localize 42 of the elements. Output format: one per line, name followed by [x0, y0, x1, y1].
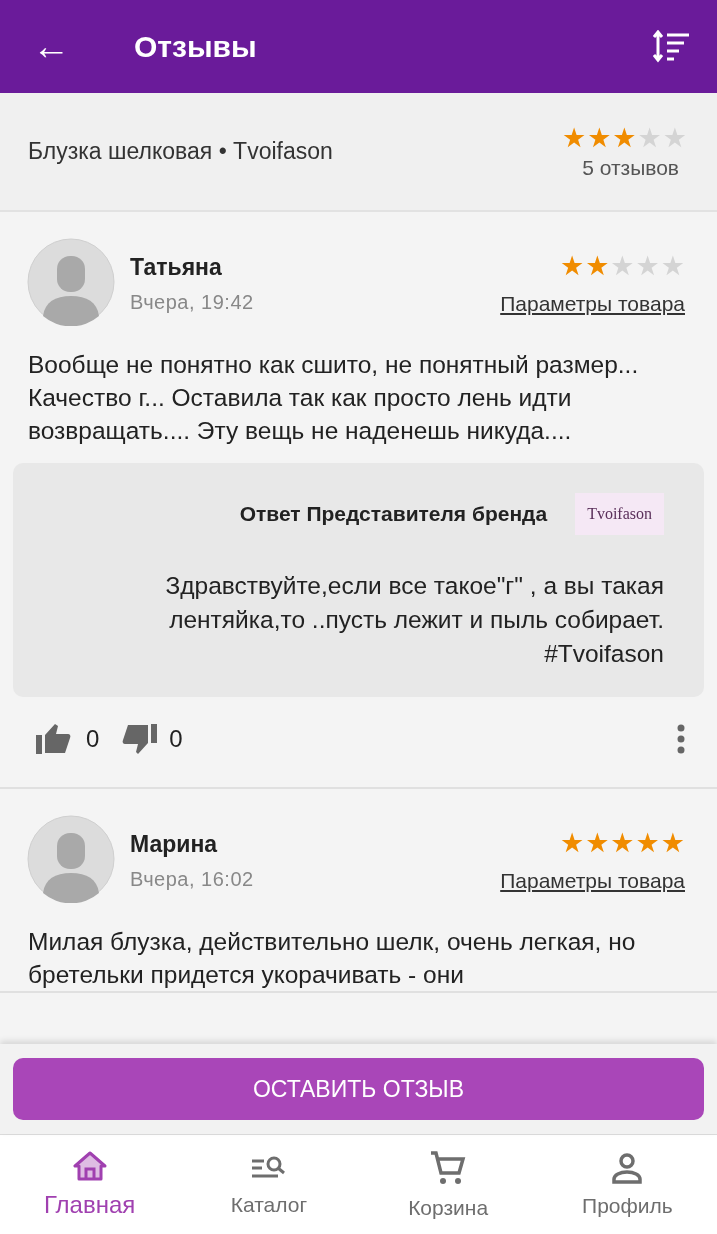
star-icon: ★ — [610, 829, 635, 857]
review-count: 5 отзывов — [582, 155, 679, 180]
reply-text: Здравствуйте,если все такое"г" , а вы такая лентяйка,то ..пусть лежит и пыль собирает. #Tvoifason — [164, 571, 664, 669]
star-icon: ★ — [559, 829, 585, 857]
review-text: Вообще не понятно как сшито, не понятный размер... Качество г... Оставила так как просто лень идти возвращать.... Эту вещь не наденешь никуда.... — [28, 350, 640, 446]
screen-title: Отзывы — [134, 29, 258, 64]
star-icon: ★ — [610, 252, 635, 280]
reply-title: Ответ Представителя бренда — [239, 502, 548, 526]
back-button[interactable]: ← — [24, 25, 78, 68]
review-date: Вчера, 16:02 — [130, 868, 255, 891]
nav-tab[interactable]: Каталог — [179, 1135, 359, 1234]
product-params-link[interactable]: Параметры товара — [500, 292, 685, 316]
star-icon: ★ — [635, 252, 660, 280]
leave-review-button[interactable]: ОСТАВИТЬ ОТЗЫВ — [13, 1058, 704, 1120]
star-icon: ★ — [559, 252, 585, 280]
star-icon: ★ — [587, 123, 612, 152]
sort-icon[interactable] — [653, 29, 691, 64]
nav-tab[interactable]: Главная — [0, 1135, 180, 1234]
dislike-count: 0 — [169, 725, 183, 753]
star-icon: ★ — [561, 123, 587, 152]
star-icon: ★ — [612, 123, 637, 152]
author-name: Татьяна — [130, 254, 223, 281]
star-icon: ★ — [585, 829, 610, 857]
home-icon — [72, 1150, 107, 1181]
star-icon: ★ — [662, 123, 687, 152]
star-icon: ★ — [635, 829, 660, 857]
more-options-icon[interactable] — [677, 724, 685, 754]
nav-tab[interactable]: Корзина — [358, 1135, 538, 1234]
brand-logo: Tvoifason — [575, 493, 664, 535]
nav-tab[interactable]: Профиль — [537, 1135, 717, 1234]
product-params-link[interactable]: Параметры товара — [500, 869, 685, 893]
author-name: Марина — [130, 831, 219, 858]
review-text: Милая блузка, действительно шелк, очень легкая, но бретельки придется укорачивать - они — [28, 927, 637, 990]
product-name: Блузка шелковая • Tvoifason — [28, 138, 333, 165]
star-icon: ★ — [660, 829, 685, 857]
star-icon: ★ — [637, 123, 662, 152]
like-count: 0 — [86, 725, 100, 753]
cart-icon — [430, 1149, 467, 1186]
person-icon — [611, 1151, 644, 1184]
star-icon: ★ — [585, 252, 610, 280]
review-date: Вчера, 19:42 — [130, 291, 255, 314]
star-icon: ★ — [660, 252, 685, 280]
